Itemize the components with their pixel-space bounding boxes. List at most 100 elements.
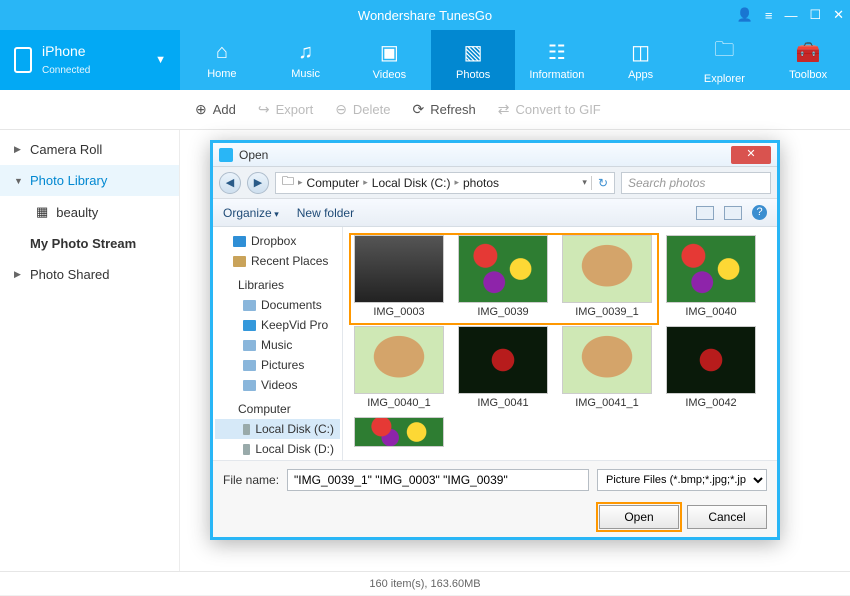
close-icon[interactable]: ✕ xyxy=(833,7,844,23)
nav-videos[interactable]: ▣Videos xyxy=(348,30,432,90)
file-open-dialog: Open ✕ ◀ ▶ 🗀 ▸ Computer ▸ Local Disk (C:… xyxy=(210,140,780,540)
view-mode-button[interactable] xyxy=(696,206,714,220)
videos-folder-icon xyxy=(243,380,256,391)
window-controls: 👤 ≡ — ☐ ✕ xyxy=(737,0,844,30)
file-item[interactable]: IMG_0041_1 xyxy=(559,326,655,409)
menu-icon[interactable]: ≡ xyxy=(765,8,773,23)
side-keepvid[interactable]: KeepVid Pro xyxy=(215,315,340,335)
export-button[interactable]: ↪Export xyxy=(258,101,313,118)
refresh-icon: ⟳ xyxy=(413,101,425,118)
file-grid[interactable]: IMG_0003 IMG_0039 IMG_0039_1 IMG_0040 IM… xyxy=(343,227,777,458)
file-area: IMG_0003 IMG_0039 IMG_0039_1 IMG_0040 IM… xyxy=(343,227,777,460)
add-button[interactable]: ⊕Add xyxy=(195,101,236,118)
side-pictures[interactable]: Pictures xyxy=(215,355,340,375)
thumbnail xyxy=(458,235,548,303)
side-disk-c[interactable]: Local Disk (C:) xyxy=(215,419,340,439)
help-icon[interactable]: ? xyxy=(752,205,767,220)
file-item[interactable]: IMG_0042 xyxy=(663,326,759,409)
dialog-address-bar: ◀ ▶ 🗀 ▸ Computer ▸ Local Disk (C:) ▸ pho… xyxy=(213,167,777,199)
video-icon: ▣ xyxy=(380,40,399,65)
nav-home[interactable]: ⌂Home xyxy=(180,30,264,90)
file-item[interactable]: IMG_0003 xyxy=(351,235,447,318)
thumbnail xyxy=(354,326,444,394)
maximize-icon[interactable]: ☐ xyxy=(809,7,821,23)
side-libraries[interactable]: Libraries xyxy=(215,275,340,295)
side-videos[interactable]: Videos xyxy=(215,375,340,395)
thumbnail xyxy=(562,235,652,303)
new-folder-button[interactable]: New folder xyxy=(297,206,354,220)
breadcrumb[interactable]: 🗀 ▸ Computer ▸ Local Disk (C:) ▸ photos … xyxy=(275,172,615,194)
device-name: iPhone xyxy=(42,43,90,60)
music-folder-icon xyxy=(243,340,256,351)
chevron-down-icon: ▼ xyxy=(155,54,166,66)
sidebar: ▶Camera Roll ▼Photo Library ▦beaulty My … xyxy=(0,130,180,571)
thumbnail xyxy=(354,417,444,447)
refresh-button[interactable]: ⟳Refresh xyxy=(413,101,476,118)
search-input[interactable]: Search photos xyxy=(621,172,771,194)
open-button[interactable]: Open xyxy=(599,505,679,529)
nav-explorer[interactable]: 🗀Explorer xyxy=(683,30,767,90)
cancel-button[interactable]: Cancel xyxy=(687,505,767,529)
filename-label: File name: xyxy=(223,473,279,487)
dialog-buttons: Open Cancel xyxy=(223,505,767,529)
nav-items: ⌂Home ♫Music ▣Videos ▧Photos ☷Informatio… xyxy=(180,30,850,90)
side-dropbox[interactable]: Dropbox xyxy=(215,231,340,251)
forward-button[interactable]: ▶ xyxy=(247,172,269,194)
disk-icon xyxy=(243,424,250,435)
apps-icon: ◫ xyxy=(631,40,650,65)
nav-apps[interactable]: ◫Apps xyxy=(599,30,683,90)
recent-icon xyxy=(233,256,246,267)
dialog-title: Open xyxy=(239,148,731,162)
photo-icon: ▧ xyxy=(464,40,483,65)
minimize-icon[interactable]: — xyxy=(784,8,797,23)
nav-photos[interactable]: ▧Photos xyxy=(431,30,515,90)
titlebar: Wondershare TunesGo 👤 ≡ — ☐ ✕ xyxy=(0,0,850,30)
side-documents[interactable]: Documents xyxy=(215,295,340,315)
export-icon: ↪ xyxy=(258,101,270,118)
folder-icon: 🗀 xyxy=(282,172,294,193)
device-status: Connected xyxy=(42,65,90,76)
keepvid-icon xyxy=(243,320,256,331)
dialog-close-button[interactable]: ✕ xyxy=(731,146,771,164)
sidebar-camera-roll[interactable]: ▶Camera Roll xyxy=(0,134,179,165)
organize-menu[interactable]: Organize xyxy=(223,206,279,220)
side-computer[interactable]: Computer xyxy=(215,399,340,419)
side-disk-d[interactable]: Local Disk (D:) xyxy=(215,439,340,459)
thumbnail xyxy=(666,326,756,394)
dialog-body: Dropbox Recent Places Libraries Document… xyxy=(213,227,777,460)
pictures-folder-icon xyxy=(243,360,256,371)
file-item[interactable]: IMG_0039_1 xyxy=(559,235,655,318)
file-item[interactable]: IMG_0040 xyxy=(663,235,759,318)
nav-music[interactable]: ♫Music xyxy=(264,30,348,90)
delete-button[interactable]: ⊖Delete xyxy=(335,101,390,118)
side-recent[interactable]: Recent Places xyxy=(215,251,340,271)
gif-icon: ⇄ xyxy=(498,101,510,118)
sidebar-beauty[interactable]: ▦beaulty xyxy=(0,196,179,228)
user-icon[interactable]: 👤 xyxy=(737,7,753,23)
home-icon: ⌂ xyxy=(216,41,228,64)
filetype-select[interactable]: Picture Files (*.bmp;*.jpg;*.jpeg xyxy=(597,469,767,491)
file-item[interactable] xyxy=(351,417,447,450)
thumbnail xyxy=(562,326,652,394)
nav-toolbox[interactable]: 🧰Toolbox xyxy=(766,30,850,90)
file-item[interactable]: IMG_0039 xyxy=(455,235,551,318)
nav-information[interactable]: ☷Information xyxy=(515,30,599,90)
refresh-icon[interactable]: ↻ xyxy=(591,176,608,190)
back-button[interactable]: ◀ xyxy=(219,172,241,194)
dropdown-icon[interactable]: ▾ xyxy=(582,177,587,188)
filename-input[interactable] xyxy=(287,469,589,491)
info-icon: ☷ xyxy=(548,40,566,65)
convert-gif-button[interactable]: ⇄Convert to GIF xyxy=(498,101,601,118)
sidebar-photo-stream[interactable]: My Photo Stream xyxy=(0,228,179,259)
sidebar-photo-library[interactable]: ▼Photo Library xyxy=(0,165,179,196)
minus-icon: ⊖ xyxy=(335,101,347,118)
file-item[interactable]: IMG_0040_1 xyxy=(351,326,447,409)
side-music[interactable]: Music xyxy=(215,335,340,355)
sidebar-photo-shared[interactable]: ▶Photo Shared xyxy=(0,259,179,290)
preview-pane-button[interactable] xyxy=(724,206,742,220)
dialog-toolbar: Organize New folder ? xyxy=(213,199,777,227)
status-bar: 160 item(s), 163.60MB xyxy=(0,571,850,595)
file-item[interactable]: IMG_0041 xyxy=(455,326,551,409)
device-selector[interactable]: iPhone Connected ▼ xyxy=(0,30,180,90)
app-title: Wondershare TunesGo xyxy=(358,8,492,23)
